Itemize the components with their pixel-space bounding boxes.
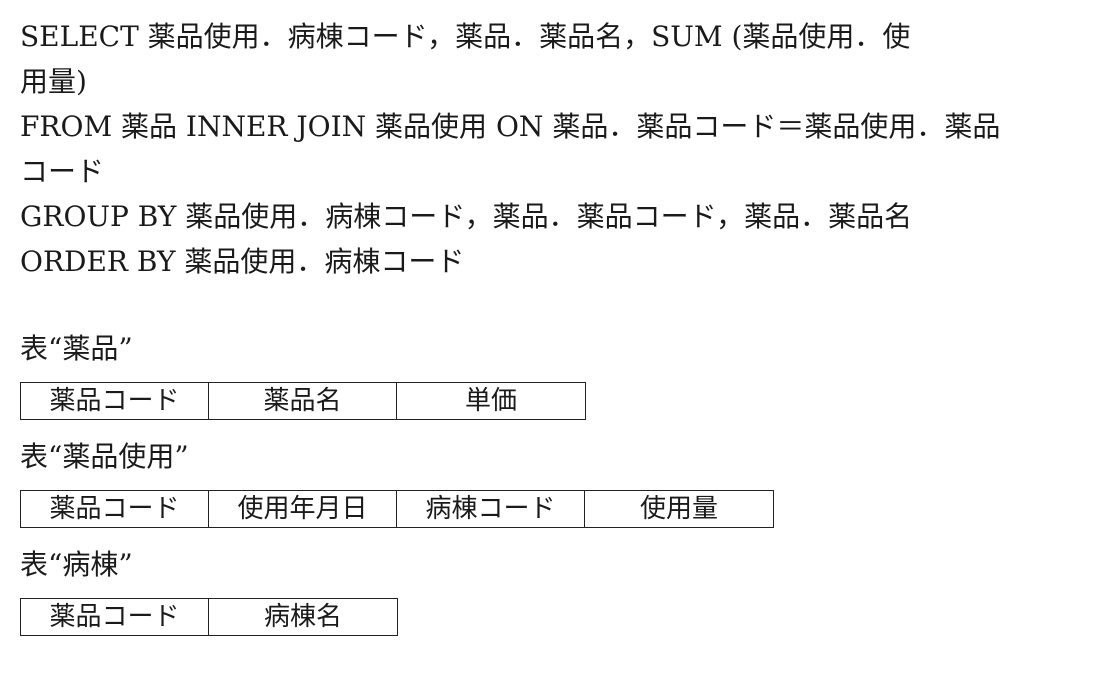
column-header: 単価 bbox=[464, 386, 517, 416]
sql-line: ORDER BY 薬品使用．病棟コード bbox=[20, 245, 465, 278]
sql-line: GROUP BY 薬品使用．病棟コード，薬品．薬品コード，薬品．薬品名 bbox=[20, 200, 913, 233]
column-header: 薬品コード bbox=[21, 491, 209, 527]
table-schema-drug-usage: 薬品コード 使用年月日 病棟コード 使用量 bbox=[20, 490, 774, 528]
sql-query: SELECT 薬品使用．病棟コード，薬品．薬品名，SUM (薬品使用．使 用量)… bbox=[20, 14, 1092, 284]
table-caption-drug-usage: 表“薬品使用” bbox=[20, 440, 189, 473]
sql-line: コード bbox=[20, 155, 105, 188]
column-header: 薬品コード bbox=[21, 383, 209, 419]
column-header: 薬品名 bbox=[209, 383, 397, 419]
table-caption-ward: 表“病棟” bbox=[20, 548, 133, 581]
document-page: SELECT 薬品使用．病棟コード，薬品．薬品名，SUM (薬品使用．使 用量)… bbox=[20, 14, 1092, 636]
column-header: 病棟名 bbox=[263, 602, 342, 632]
table-schema-ward: 薬品コード 病棟名 bbox=[20, 598, 398, 636]
column-header: 使用量 bbox=[639, 494, 718, 524]
column-header: 病棟コード bbox=[397, 491, 585, 527]
column-header: 薬品コード bbox=[21, 599, 209, 635]
sql-line: SELECT 薬品使用．病棟コード，薬品．薬品名，SUM (薬品使用．使 bbox=[20, 20, 911, 53]
table-schema-drug: 薬品コード 薬品名 単価 bbox=[20, 382, 586, 420]
table-caption-drug: 表“薬品” bbox=[20, 332, 133, 365]
column-header: 使用年月日 bbox=[209, 491, 397, 527]
sql-line: 用量) bbox=[20, 65, 87, 98]
sql-line: FROM 薬品 INNER JOIN 薬品使用 ON 薬品．薬品コード＝薬品使用… bbox=[20, 110, 1001, 143]
